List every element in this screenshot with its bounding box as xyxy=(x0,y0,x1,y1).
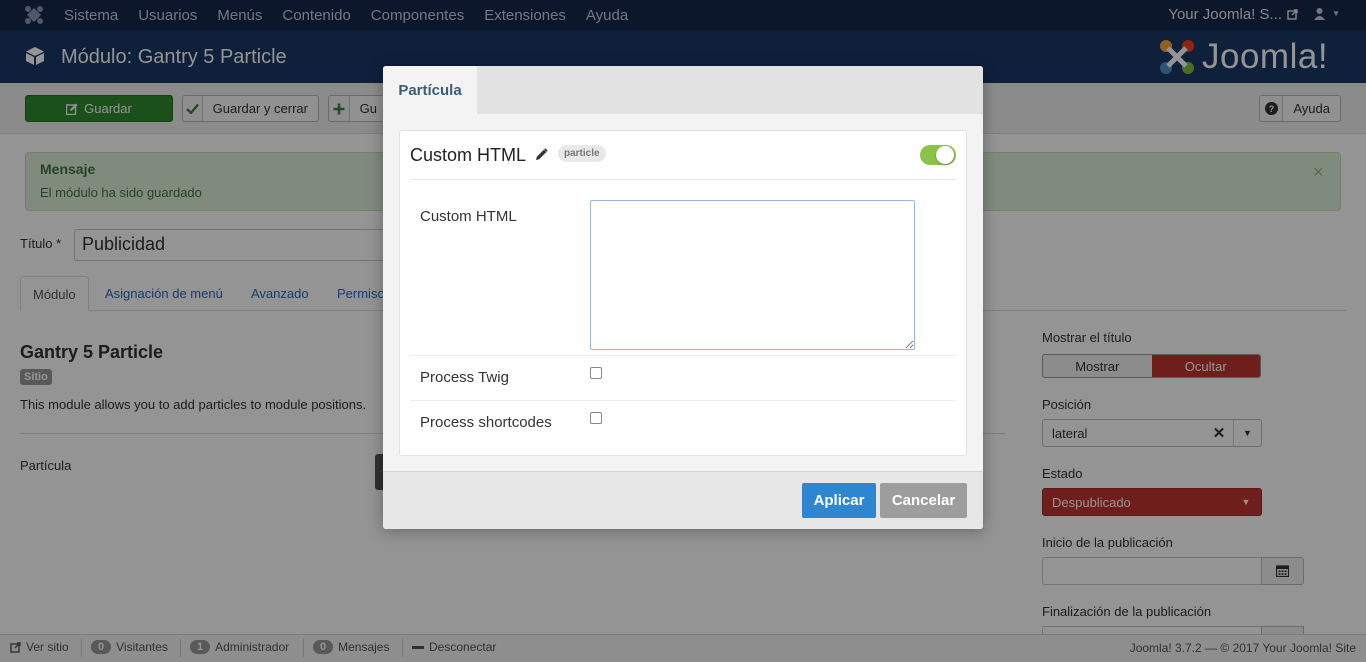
divider xyxy=(410,355,956,356)
custom-html-label: Custom HTML xyxy=(420,208,517,225)
toggle-knob[interactable] xyxy=(936,146,954,164)
particle-badge: particle xyxy=(558,145,606,162)
process-twig-label: Process Twig xyxy=(420,369,509,386)
cancel-button[interactable]: Cancelar xyxy=(880,483,967,518)
divider xyxy=(410,400,956,401)
process-shortcodes-label: Process shortcodes xyxy=(420,414,552,431)
custom-html-textarea[interactable] xyxy=(590,200,915,350)
particle-title: Custom HTML xyxy=(410,145,527,165)
apply-button[interactable]: Aplicar xyxy=(802,483,876,518)
process-shortcodes-checkbox[interactable] xyxy=(590,412,602,424)
pencil-icon[interactable] xyxy=(535,148,548,161)
process-twig-checkbox[interactable] xyxy=(590,367,602,379)
tab-particula[interactable]: Partícula xyxy=(383,66,477,114)
divider xyxy=(410,179,956,180)
